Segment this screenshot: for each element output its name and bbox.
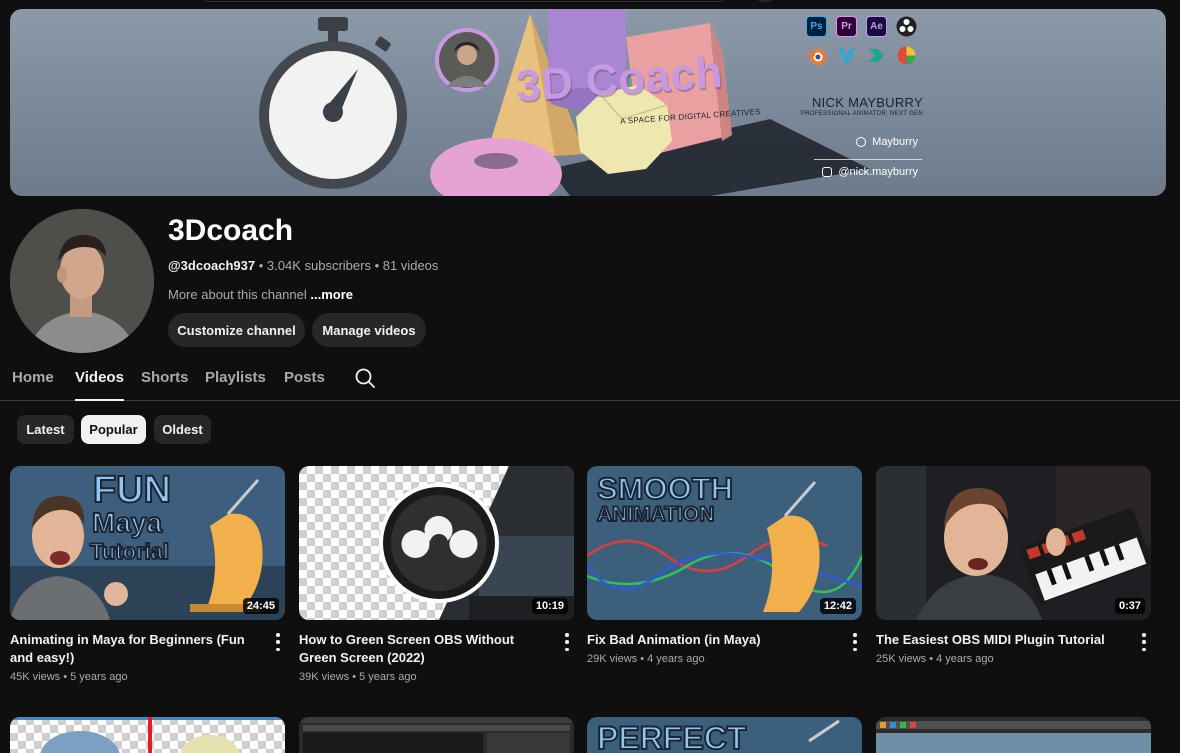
video-thumbnail[interactable]: 0:37: [876, 466, 1151, 620]
channel-tabs: Home Videos Shorts Playlists Posts: [0, 360, 1180, 401]
video-thumbnail[interactable]: PERFECT: [587, 717, 862, 753]
video-card[interactable]: 10:19 How to Green Screen OBS Without Gr…: [299, 466, 574, 683]
upload-age: 5 years ago: [359, 671, 417, 683]
thumb-word: PERFECT: [597, 720, 747, 753]
customize-channel-button[interactable]: Customize channel: [168, 313, 305, 347]
search-icon[interactable]: [354, 367, 376, 389]
video-duration: 0:37: [1114, 598, 1145, 614]
masthead-remnant: [0, 0, 1180, 9]
thumb-word: FUN: [93, 469, 171, 511]
tab-shorts[interactable]: Shorts: [141, 369, 189, 401]
tab-posts[interactable]: Posts: [284, 369, 325, 401]
chip-latest[interactable]: Latest: [17, 415, 74, 444]
view-count: 39K views: [299, 671, 350, 683]
upload-age: 4 years ago: [936, 653, 994, 665]
banner-divider: [814, 159, 922, 160]
thumbnail-text: FUN Maya Tutorial: [89, 468, 172, 565]
photoshop-icon: Ps: [806, 16, 827, 37]
video-title[interactable]: How to Green Screen OBS Without Green Sc…: [299, 631, 549, 667]
tab-playlists[interactable]: Playlists: [205, 369, 266, 401]
channel-banner: 3D Coach A SPACE FOR DIGITAL CREATIVES N…: [10, 9, 1166, 196]
thumb-word: SMOOTH: [597, 471, 733, 506]
instagram-label: @nick.mayburry: [838, 166, 918, 178]
thumbnail-image: [876, 466, 1151, 620]
video-thumbnail[interactable]: [299, 717, 574, 753]
after-effects-icon: Ae: [866, 16, 887, 37]
premiere-icon: Pr: [836, 16, 857, 37]
more-options-icon[interactable]: [851, 633, 859, 651]
view-count: 29K views: [587, 653, 638, 665]
video-thumbnail[interactable]: SMOOTH ANIMATION 12:42: [587, 466, 862, 620]
spotify-icon: [856, 137, 867, 147]
video-title[interactable]: The Easiest OBS MIDI Plugin Tutorial: [876, 631, 1126, 649]
thumb-word: ANIMATION: [597, 503, 714, 526]
thumbnail-image: PERFECT: [587, 717, 862, 753]
about-more-link[interactable]: ...more: [310, 287, 353, 302]
about-text: More about this channel: [168, 287, 307, 302]
chip-popular[interactable]: Popular: [81, 415, 146, 444]
channel-name: 3Dcoach: [168, 214, 294, 247]
video-thumbnail[interactable]: [876, 717, 1151, 753]
video-duration: 10:19: [531, 598, 568, 614]
banner-author: NICK MAYBURRY PROFESSIONAL ANIMATOR: NEX…: [801, 95, 923, 117]
thumb-word: Tutorial: [90, 539, 169, 564]
video-thumbnail[interactable]: 10:19: [299, 466, 574, 620]
banner-author-name: NICK MAYBURRY: [811, 95, 923, 110]
channel-handle: @3dcoach937: [168, 258, 256, 273]
nuke-icon: [896, 45, 917, 66]
spotify-label: Mayburry: [872, 136, 918, 148]
banner-instagram: @nick.mayburry: [822, 166, 918, 178]
video-count: 81 videos: [382, 258, 439, 273]
video-meta: 25K views • 4 years ago: [876, 653, 994, 665]
video-title[interactable]: Animating in Maya for Beginners (Fun and…: [10, 631, 260, 667]
video-duration: 24:45: [242, 598, 279, 614]
video-meta: 29K views • 4 years ago: [587, 653, 705, 665]
video-card[interactable]: 0:37 The Easiest OBS MIDI Plugin Tutoria…: [876, 466, 1151, 665]
mudbox-icon: [866, 45, 887, 66]
video-duration: 12:42: [819, 598, 856, 614]
upload-age: 4 years ago: [647, 653, 705, 665]
thumbnail-image: [299, 466, 574, 620]
channel-meta: @3dcoach937 • 3.04K subscribers • 81 vid…: [168, 258, 438, 273]
video-card[interactable]: FUN Maya Tutorial 24:45 Animating in May…: [10, 466, 285, 683]
video-meta: 39K views • 5 years ago: [299, 671, 417, 683]
view-count: 45K views: [10, 671, 61, 683]
meta-separator: •: [374, 258, 383, 273]
blender-icon: [806, 45, 827, 66]
instagram-icon: [822, 167, 833, 177]
search-box-edge[interactable]: [200, 0, 728, 2]
voice-search-button-edge[interactable]: [752, 0, 778, 2]
meta-separator: •: [258, 258, 267, 273]
obs-icon: [896, 16, 917, 37]
chip-oldest[interactable]: Oldest: [154, 415, 211, 444]
stopwatch-icon: [259, 17, 407, 189]
maya-icon: [836, 45, 857, 66]
more-options-icon[interactable]: [274, 633, 282, 651]
video-meta: 45K views • 5 years ago: [10, 671, 128, 683]
channel-about[interactable]: More about this channel ...more: [168, 287, 353, 302]
video-card[interactable]: SMOOTH ANIMATION 12:42 Fix Bad Animation…: [587, 466, 862, 665]
thumbnail-image: [299, 717, 574, 753]
subscriber-count: 3.04K subscribers: [266, 258, 371, 273]
more-options-icon[interactable]: [563, 633, 571, 651]
view-count: 25K views: [876, 653, 927, 665]
video-title[interactable]: Fix Bad Animation (in Maya): [587, 631, 837, 649]
thumb-word: Maya: [92, 507, 162, 538]
tab-videos[interactable]: Videos: [75, 369, 124, 401]
manage-videos-button[interactable]: Manage videos: [312, 313, 426, 347]
more-options-icon[interactable]: [1140, 633, 1148, 651]
thumbnail-image: [876, 717, 1151, 753]
software-icons: Ps Pr Ae: [806, 16, 932, 74]
video-thumbnail[interactable]: [10, 717, 285, 753]
channel-avatar[interactable]: [10, 209, 154, 353]
upload-age: 5 years ago: [70, 671, 128, 683]
thumbnail-text: SMOOTH ANIMATION: [596, 470, 734, 527]
banner-spotify: Mayburry: [856, 136, 918, 148]
tab-home[interactable]: Home: [12, 369, 54, 401]
banner-author-role: PROFESSIONAL ANIMATOR: NEXT GEN: [800, 111, 923, 117]
video-thumbnail[interactable]: FUN Maya Tutorial 24:45: [10, 466, 285, 620]
thumbnail-image: [10, 717, 285, 753]
